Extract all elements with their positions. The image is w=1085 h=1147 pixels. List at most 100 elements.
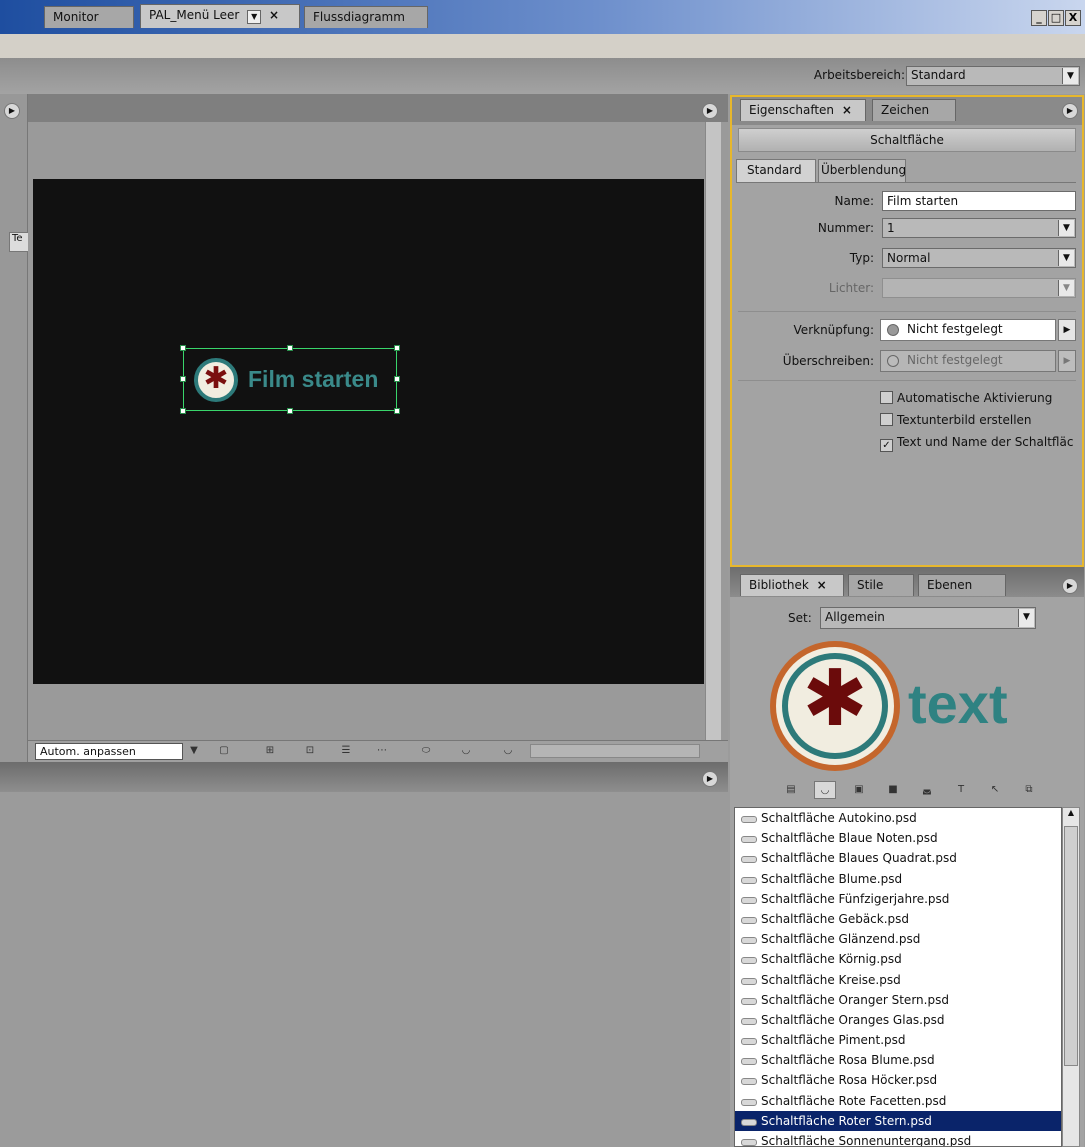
list-item[interactable]: Schaltfläche Blume.psd: [735, 869, 1061, 889]
button-filter-icon[interactable]: ◡: [814, 781, 836, 799]
tab-zeichen[interactable]: Zeichen: [872, 99, 956, 121]
resize-handle[interactable]: [180, 376, 186, 382]
tab-eigenschaften[interactable]: Eigenschaften ×: [740, 99, 866, 121]
workspace-value: Standard: [911, 68, 966, 82]
chevron-right-icon[interactable]: ▶: [1058, 350, 1076, 372]
resize-handle[interactable]: [287, 345, 293, 351]
list-item[interactable]: Schaltfläche Fünfzigerjahre.psd: [735, 889, 1061, 909]
menu-canvas[interactable]: [33, 179, 704, 684]
chevron-down-icon[interactable]: ▼: [186, 744, 202, 758]
star-button-icon: ✱: [194, 358, 238, 402]
list-item[interactable]: Schaltfläche Rosa Blume.psd: [735, 1050, 1061, 1070]
menu-bar: [0, 34, 1085, 58]
safe-area-icon[interactable]: ▢: [216, 744, 232, 758]
chevron-right-icon[interactable]: ▶: [1058, 319, 1076, 341]
tab-bibliothek[interactable]: Bibliothek ×: [740, 574, 844, 596]
list-item[interactable]: Schaltfläche Kreise.psd: [735, 970, 1061, 990]
zoom-select[interactable]: Autom. anpassen: [35, 743, 183, 760]
list-item[interactable]: Schaltfläche Rote Facetten.psd: [735, 1091, 1061, 1111]
close-icon[interactable]: ×: [817, 578, 827, 592]
resize-handle[interactable]: [394, 376, 400, 382]
tab-label: PAL_Menü Leer: [149, 8, 240, 22]
nummer-label: Nummer:: [817, 221, 874, 235]
set-select[interactable]: Allgemein ▼: [820, 607, 1036, 629]
list-item[interactable]: Schaltfläche Roter Stern.psd: [735, 1110, 1061, 1131]
nummer-value: 1: [887, 221, 895, 235]
tab-standard[interactable]: Standard: [736, 159, 816, 183]
list-item[interactable]: Schaltfläche Blaues Quadrat.psd: [735, 848, 1061, 868]
maximize-button[interactable]: □: [1048, 10, 1064, 26]
resize-handle[interactable]: [287, 408, 293, 414]
button-shape-icon[interactable]: ◡: [458, 744, 474, 758]
library-list[interactable]: Schaltfläche Autokino.psd Schaltfläche Bl…: [734, 807, 1062, 1147]
name-field[interactable]: Film starten: [882, 191, 1076, 211]
verknuepfung-field[interactable]: Nicht festgelegt: [880, 319, 1056, 341]
nummer-select[interactable]: 1 ▼: [882, 218, 1076, 238]
button-shape-icon[interactable]: ⬭: [418, 744, 434, 758]
panel-menu-icon[interactable]: ▶: [702, 771, 718, 787]
tab-stile[interactable]: Stile: [848, 574, 914, 596]
menu-filter-icon[interactable]: ▤: [780, 781, 802, 799]
button-shape-icon[interactable]: ◡: [500, 744, 516, 758]
align-icon[interactable]: ⊡: [302, 744, 318, 758]
tab-ueberblendung[interactable]: Überblendung: [818, 159, 906, 183]
background-filter-icon[interactable]: ■: [882, 781, 904, 799]
cursor-filter-icon[interactable]: ↖: [984, 781, 1006, 799]
image-filter-icon[interactable]: ▣: [848, 781, 870, 799]
close-icon[interactable]: ×: [269, 8, 279, 22]
text-filter-icon[interactable]: T: [950, 781, 972, 799]
list-scroll-thumb[interactable]: [1064, 826, 1078, 1066]
panel-menu-icon[interactable]: ▶: [1062, 103, 1078, 119]
arrange-icon[interactable]: ⋯: [374, 744, 390, 758]
checkbox-text-name[interactable]: ✓ Text und Name der Schaltfläc: [880, 435, 1073, 452]
close-icon[interactable]: ×: [842, 103, 852, 117]
typ-select[interactable]: Normal ▼: [882, 248, 1076, 268]
typ-value: Normal: [887, 251, 931, 265]
distribute-icon[interactable]: ☰: [338, 744, 354, 758]
list-item[interactable]: Schaltfläche Gebäck.psd: [735, 909, 1061, 929]
checkbox-icon[interactable]: [880, 391, 893, 404]
minimize-button[interactable]: _: [1031, 10, 1047, 26]
monitor-tab-bar: [28, 94, 728, 122]
list-item[interactable]: Schaltfläche Piment.psd: [735, 1030, 1061, 1050]
close-button[interactable]: X: [1065, 10, 1081, 26]
checkbox-auto-aktivierung[interactable]: Automatische Aktivierung: [880, 391, 1052, 405]
list-item[interactable]: Schaltfläche Glänzend.psd: [735, 929, 1061, 949]
panel-menu-icon[interactable]: ▶: [4, 103, 20, 119]
resize-handle[interactable]: [394, 408, 400, 414]
chevron-up-icon[interactable]: ▲: [1063, 808, 1079, 817]
list-item[interactable]: Schaltfläche Autokino.psd: [735, 808, 1061, 828]
resize-handle[interactable]: [394, 345, 400, 351]
tab-monitor[interactable]: Monitor: [44, 6, 134, 28]
panel-menu-icon[interactable]: ▶: [1062, 578, 1078, 594]
tab-pal-menu[interactable]: PAL_Menü Leer ▼ ×: [140, 4, 300, 28]
resize-handle[interactable]: [180, 408, 186, 414]
list-item[interactable]: Schaltfläche Oranges Glas.psd: [735, 1010, 1061, 1030]
workspace-select[interactable]: Standard ▼: [906, 66, 1080, 86]
checkmark-icon[interactable]: ✓: [880, 439, 893, 452]
grid-icon[interactable]: ⊞: [262, 744, 278, 758]
monitor-horizontal-scrollbar[interactable]: [530, 744, 700, 758]
template-filter-icon[interactable]: ⧉: [1018, 781, 1040, 799]
checkbox-icon[interactable]: [880, 413, 893, 426]
menu-button-text[interactable]: Film starten: [248, 366, 378, 393]
list-item[interactable]: Schaltfläche Rosa Höcker.psd: [735, 1070, 1061, 1090]
tab-flussdiagramm[interactable]: Flussdiagramm: [304, 6, 428, 28]
chevron-down-icon[interactable]: ▼: [247, 10, 262, 24]
list-item[interactable]: Schaltfläche Blaue Noten.psd: [735, 828, 1061, 848]
tab-ebenen[interactable]: Ebenen: [918, 574, 1006, 596]
tab-label: Stile: [857, 578, 884, 592]
checkbox-label: Textunterbild erstellen: [897, 413, 1032, 427]
ueberschreiben-field[interactable]: Nicht festgelegt: [880, 350, 1056, 372]
panel-menu-icon[interactable]: ▶: [702, 103, 718, 119]
lichter-select[interactable]: ▼: [882, 278, 1076, 298]
tab-label: Flussdiagramm: [313, 10, 405, 24]
checkbox-textunterbild[interactable]: Textunterbild erstellen: [880, 413, 1032, 427]
list-item[interactable]: Schaltfläche Körnig.psd: [735, 949, 1061, 969]
list-item[interactable]: Schaltfläche Oranger Stern.psd: [735, 990, 1061, 1010]
monitor-vertical-scrollbar[interactable]: [705, 122, 721, 742]
resize-handle[interactable]: [180, 345, 186, 351]
left-panel-tab[interactable]: Te: [9, 232, 29, 252]
shape-filter-icon[interactable]: ◛: [916, 781, 938, 799]
list-item[interactable]: Schaltfläche Sonnenuntergang.psd: [735, 1131, 1061, 1146]
